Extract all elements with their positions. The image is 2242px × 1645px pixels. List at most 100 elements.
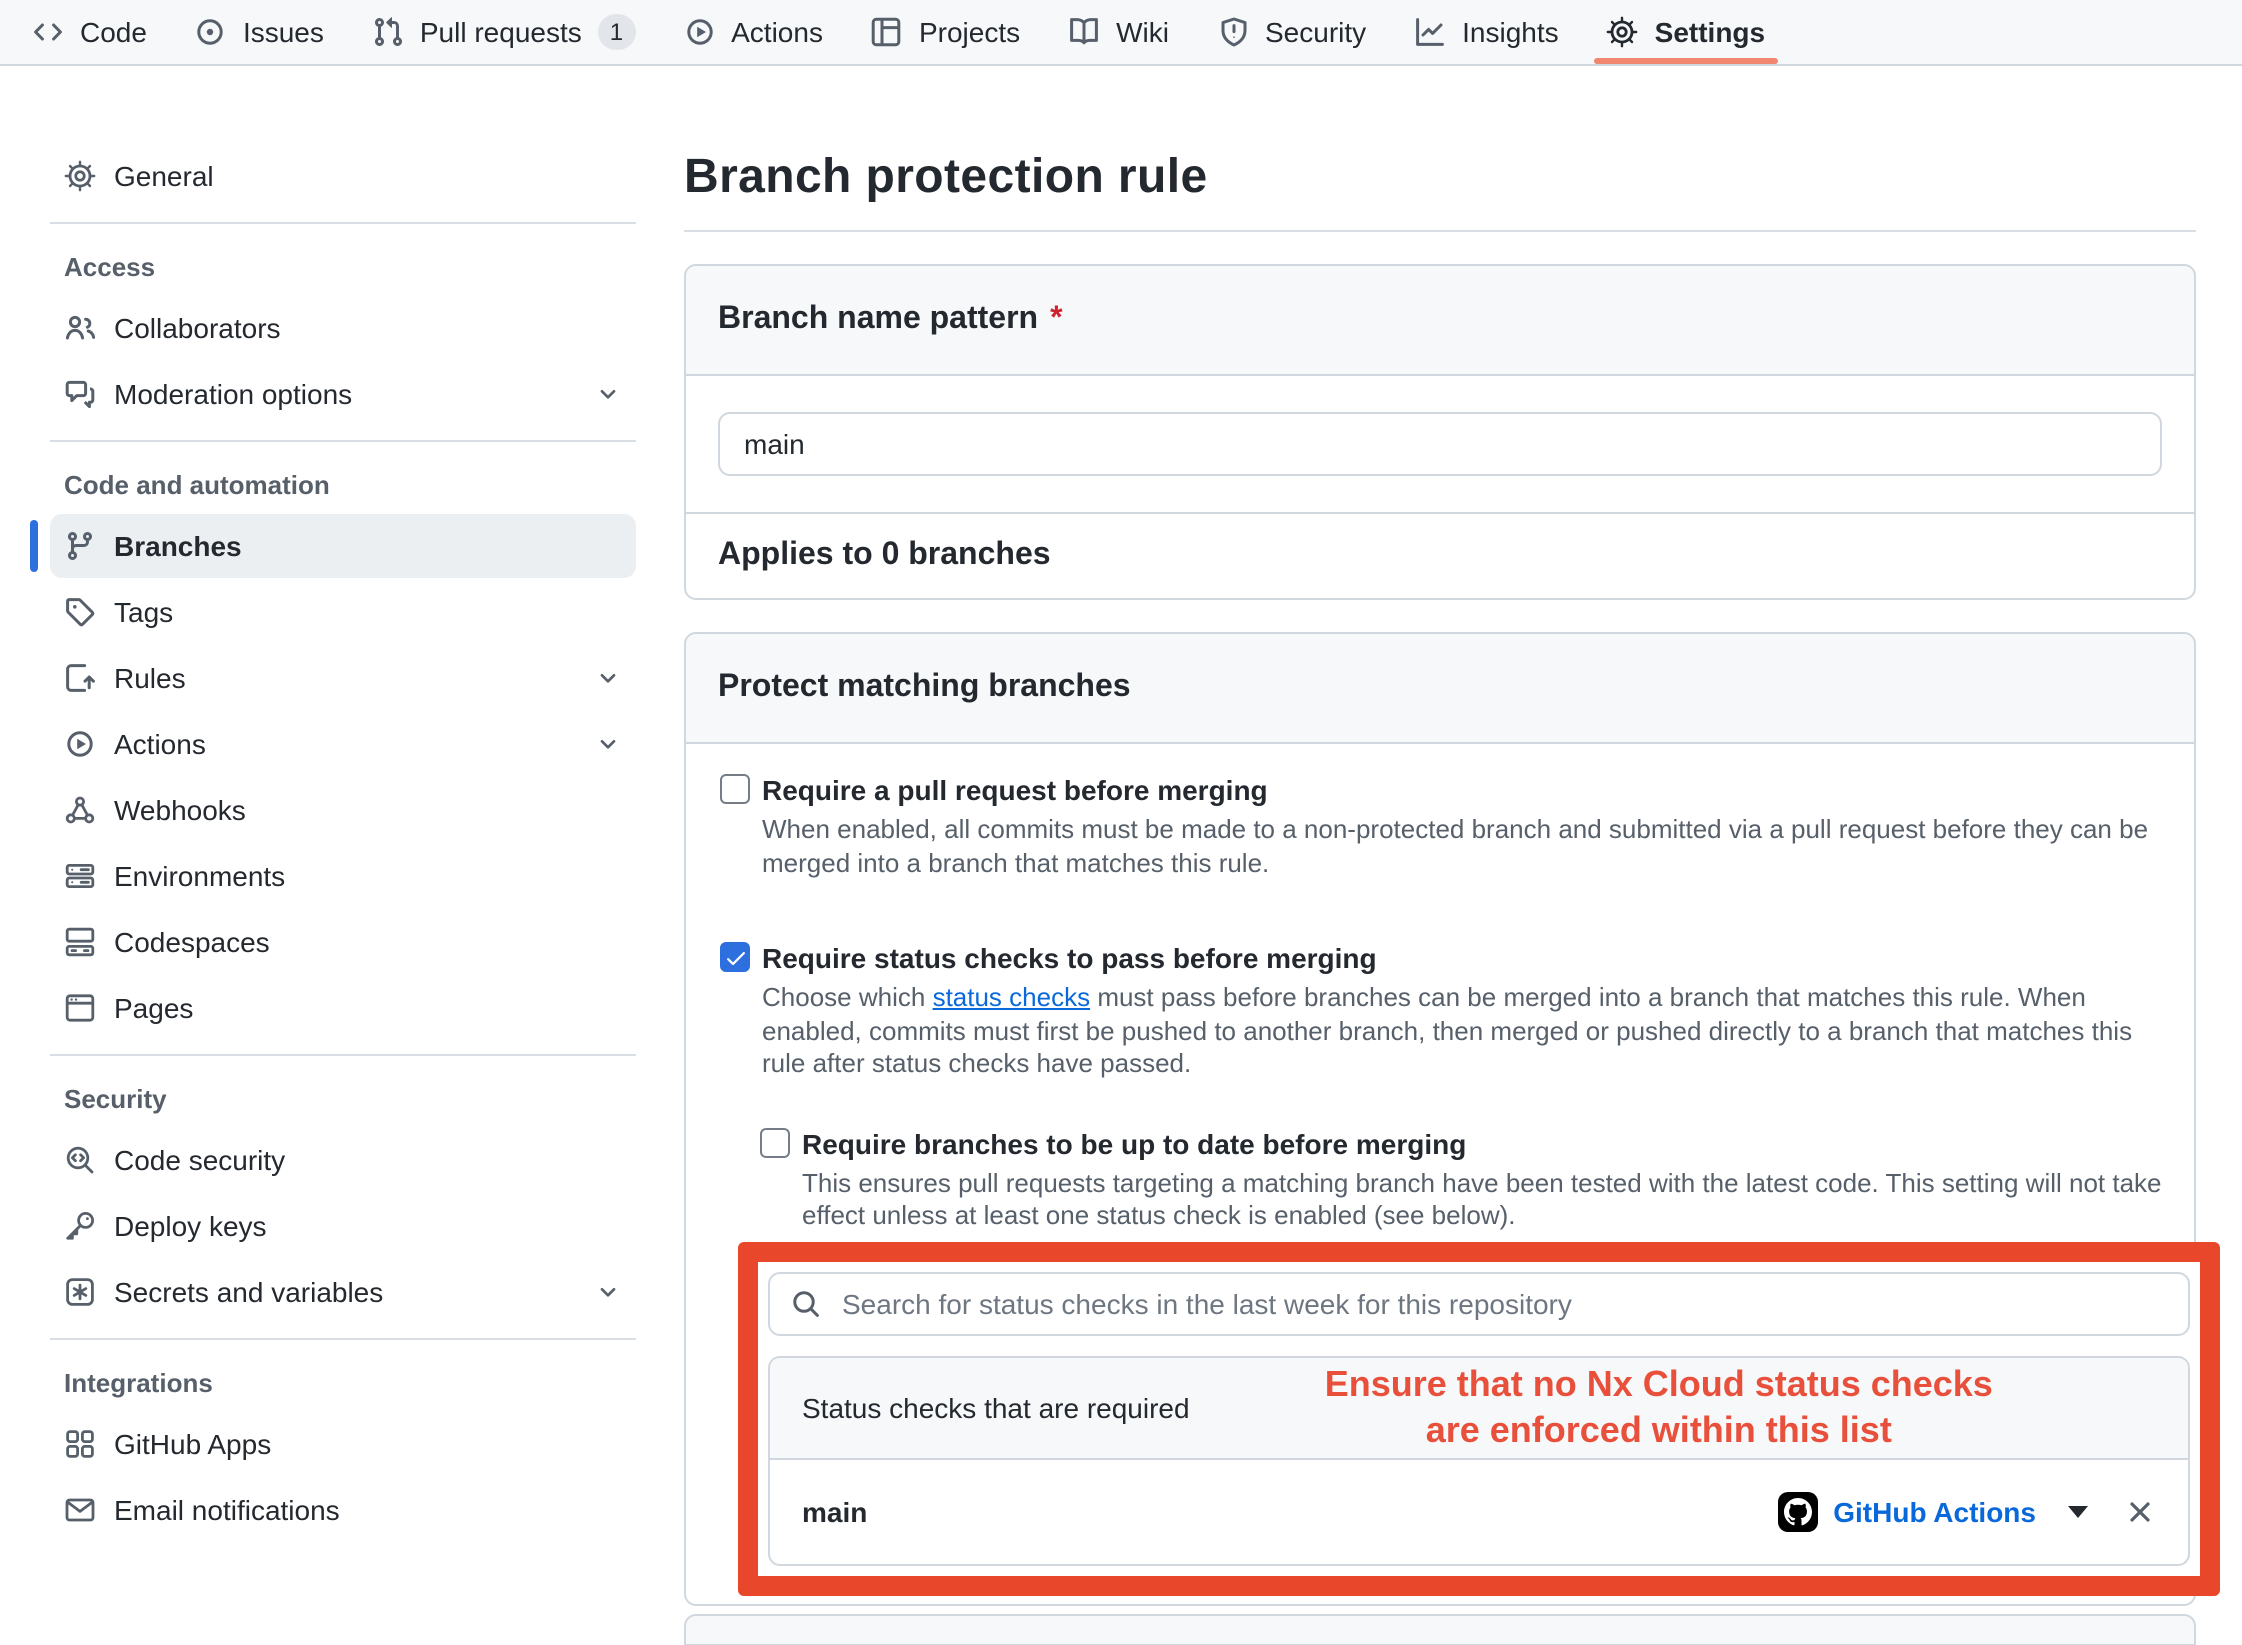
pull-requests-count-badge: 1 [598, 14, 635, 50]
server-icon [64, 860, 96, 892]
sidebar-item-tags[interactable]: Tags [50, 580, 636, 644]
required-status-checks-header: Status checks that are required [802, 1391, 1190, 1423]
sidebar-item-email-notifications[interactable]: Email notifications [50, 1478, 636, 1542]
tab-code[interactable]: Code [32, 0, 147, 64]
require-status-checks-checkbox[interactable] [720, 942, 750, 972]
key-icon [64, 1210, 96, 1242]
sidebar-item-codespaces[interactable]: Codespaces [50, 910, 636, 974]
tab-settings[interactable]: Settings [1607, 0, 1765, 64]
sidebar-item-code-security[interactable]: Code security [50, 1128, 636, 1192]
status-check-search-input[interactable] [838, 1285, 2168, 1321]
sidebar-item-secrets-and-variables[interactable]: Secrets and variables [50, 1260, 636, 1324]
search-icon [790, 1287, 822, 1319]
require-status-checks-rule: Require status checks to pass before mer… [720, 940, 2162, 1081]
sidebar-divider [50, 440, 636, 442]
sidebar-item-pages[interactable]: Pages [50, 976, 636, 1040]
page-title: Branch protection rule [684, 150, 2196, 206]
require-up-to-date-rule: Require branches to be up to date before… [760, 1125, 2162, 1233]
key-asterisk-icon [64, 1276, 96, 1308]
main-content: Branch protection rule Branch name patte… [668, 66, 2242, 1645]
protect-matching-branches-card: Protect matching branches Require a pull… [684, 632, 2196, 1605]
webhook-icon [64, 794, 96, 826]
sidebar-item-webhooks[interactable]: Webhooks [50, 778, 636, 842]
git-branch-icon [64, 530, 96, 562]
chevron-down-icon [596, 382, 620, 406]
dropdown-caret-icon[interactable] [2068, 1505, 2088, 1517]
subhead-divider [684, 230, 2196, 232]
branch-name-pattern-header: Branch name pattern* [686, 266, 2194, 376]
book-icon [1068, 16, 1100, 48]
tab-pull-requests[interactable]: Pull requests 1 [372, 0, 635, 64]
play-icon [64, 728, 96, 760]
sidebar-section-security: Security [64, 1084, 636, 1114]
github-actions-link[interactable]: GitHub Actions [1833, 1495, 2036, 1527]
chevron-down-icon [596, 1280, 620, 1304]
remove-status-check-button[interactable] [2124, 1495, 2156, 1527]
codespaces-icon [64, 926, 96, 958]
status-checks-link[interactable]: status checks [933, 982, 1091, 1012]
graph-icon [1414, 16, 1446, 48]
mail-icon [64, 1494, 96, 1526]
status-check-search [768, 1271, 2190, 1335]
tab-issues[interactable]: Issues [195, 0, 324, 64]
protect-matching-branches-header: Protect matching branches [686, 634, 2194, 744]
tag-icon [64, 596, 96, 628]
require-up-to-date-checkbox[interactable] [760, 1127, 790, 1157]
sidebar-divider [50, 1054, 636, 1056]
sidebar-section-integrations: Integrations [64, 1368, 636, 1398]
sidebar-item-actions[interactable]: Actions [50, 712, 636, 776]
annotation-text: Ensure that no Nx Cloud status checks ar… [1190, 1361, 2156, 1453]
chevron-down-icon [596, 732, 620, 756]
project-table-icon [871, 16, 903, 48]
require-pull-request-label[interactable]: Require a pull request before merging [762, 772, 2162, 808]
gear-icon [1607, 16, 1639, 48]
applies-to-branches-text: Applies to 0 branches [686, 512, 2194, 598]
sidebar-divider [50, 222, 636, 224]
require-pull-request-checkbox[interactable] [720, 774, 750, 804]
sidebar-item-general[interactable]: General [50, 144, 636, 208]
close-icon [2124, 1495, 2156, 1527]
settings-sidebar: General Access Collaborators Moderation … [0, 66, 668, 1544]
people-icon [64, 312, 96, 344]
sidebar-item-branches[interactable]: Branches [50, 514, 636, 578]
codescan-icon [64, 1144, 96, 1176]
required-status-checks-box: Status checks that are required Ensure t… [768, 1355, 2190, 1565]
require-pull-request-rule: Require a pull request before merging Wh… [720, 772, 2162, 880]
github-mark-icon [1783, 1497, 1811, 1525]
tab-projects[interactable]: Projects [871, 0, 1020, 64]
sidebar-item-github-apps[interactable]: GitHub Apps [50, 1412, 636, 1476]
sidebar-divider [50, 1338, 636, 1340]
github-branch-protection-settings-page: Code Issues Pull requests 1 Actions Proj… [0, 0, 2242, 1642]
sidebar-section-code-and-automation: Code and automation [64, 470, 636, 500]
status-check-row: main GitHub Actions [770, 1459, 2188, 1563]
repo-tab-nav: Code Issues Pull requests 1 Actions Proj… [0, 0, 2242, 66]
browser-icon [64, 992, 96, 1024]
play-icon [683, 16, 715, 48]
check-icon [723, 945, 747, 969]
sidebar-item-moderation-options[interactable]: Moderation options [50, 362, 636, 426]
next-section-header-partial [684, 1613, 2196, 1645]
tab-actions[interactable]: Actions [683, 0, 823, 64]
required-asterisk: * [1050, 302, 1062, 336]
sidebar-item-rules[interactable]: Rules [50, 646, 636, 710]
sidebar-item-environments[interactable]: Environments [50, 844, 636, 908]
branch-name-pattern-card: Branch name pattern* Applies to 0 branch… [684, 264, 2196, 600]
require-up-to-date-label[interactable]: Require branches to be up to date before… [802, 1125, 2162, 1161]
require-status-checks-label[interactable]: Require status checks to pass before mer… [762, 940, 2162, 976]
tab-wiki[interactable]: Wiki [1068, 0, 1169, 64]
sidebar-section-access: Access [64, 252, 636, 282]
branch-name-pattern-input[interactable] [718, 412, 2162, 476]
rules-icon [64, 662, 96, 694]
gear-icon [64, 160, 96, 192]
tab-security[interactable]: Security [1217, 0, 1366, 64]
require-up-to-date-description: This ensures pull requests targeting a m… [802, 1167, 2162, 1233]
chevron-down-icon [596, 666, 620, 690]
tab-insights[interactable]: Insights [1414, 0, 1559, 64]
sidebar-item-collaborators[interactable]: Collaborators [50, 296, 636, 360]
issue-opened-icon [195, 16, 227, 48]
github-app-avatar [1777, 1491, 1817, 1531]
sidebar-item-deploy-keys[interactable]: Deploy keys [50, 1194, 636, 1258]
require-pull-request-description: When enabled, all commits must be made t… [762, 814, 2162, 880]
apps-icon [64, 1428, 96, 1460]
require-status-checks-description: Choose which status checks must pass bef… [762, 982, 2162, 1081]
